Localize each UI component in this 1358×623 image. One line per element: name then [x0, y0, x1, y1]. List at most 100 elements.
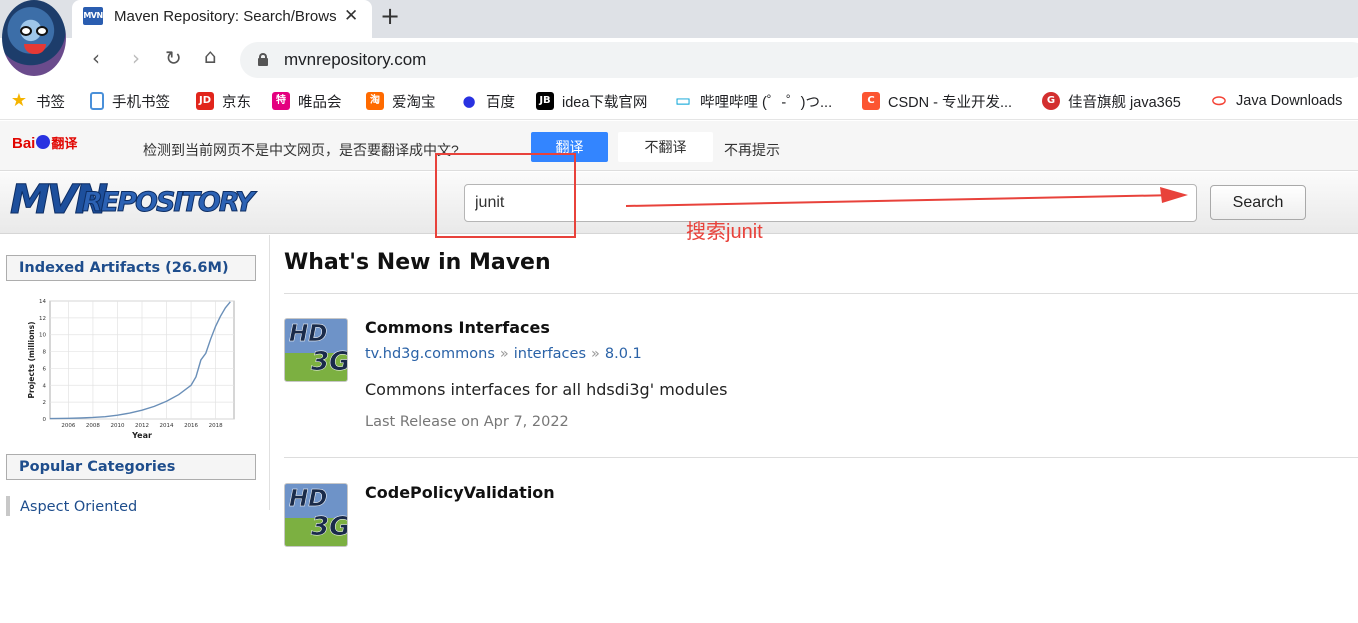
bookmark-label: Java Downloads — [1236, 93, 1343, 109]
mvnrepository-logo[interactable]: MVN REPOSITORY — [9, 175, 255, 229]
new-tab-icon[interactable]: + — [380, 2, 400, 30]
bookmark-label: 百度 — [486, 94, 515, 111]
jd-icon: JD — [196, 92, 214, 110]
chart-y-tick-label: 14 — [39, 299, 46, 305]
bookmark-item[interactable]: G 佳音旗舰 java365 — [1042, 91, 1181, 111]
taobao-icon: 淘 — [366, 92, 384, 110]
mvn-favicon-icon: MVN — [83, 7, 103, 25]
artifact-title[interactable]: CodePolicyValidation — [365, 483, 555, 502]
translate-message: 检测到当前网页不是中文网页，是否要翻译成中文? — [143, 142, 459, 158]
vip-icon: 特 — [272, 92, 290, 110]
never-show-button[interactable]: 不再提示 — [724, 140, 780, 160]
chart-x-tick-label: 2018 — [209, 423, 223, 429]
translate-bar: Bai 翻译 检测到当前网页不是中文网页，是否要翻译成中文? 翻译 不翻译 不再提… — [0, 121, 1358, 171]
bookmark-label: 爱淘宝 — [392, 94, 436, 111]
bookmark-label: 哔哩哔哩 (゜-゜)つ... — [700, 94, 833, 111]
divider — [284, 457, 1358, 458]
annotation-arrow — [625, 187, 1188, 207]
chart-x-axis-label: Year — [131, 431, 152, 440]
home-icon[interactable]: ⌂ — [204, 44, 217, 68]
back-icon[interactable]: ‹ — [92, 46, 100, 70]
group-link[interactable]: tv.hd3g.commons — [365, 346, 495, 362]
bookmark-item[interactable]: ▭ 哔哩哔哩 (゜-゜)つ... — [674, 91, 832, 111]
chart-y-tick-label: 0 — [43, 417, 47, 423]
bookmark-item[interactable]: 手机书签 — [90, 91, 170, 111]
baidu-paw-icon: ● — [462, 92, 476, 110]
bookmark-label: 佳音旗舰 java365 — [1068, 94, 1181, 111]
chart-y-tick-label: 2 — [43, 400, 47, 406]
bookmark-item[interactable]: 淘爱淘宝 — [366, 91, 436, 111]
indexed-artifacts-heading[interactable]: Indexed Artifacts (26.6M) — [6, 255, 256, 281]
chart-x-tick-label: 2010 — [110, 423, 124, 429]
bookmark-item[interactable]: C CSDN - 专业开发... — [862, 91, 1012, 111]
artifacts-growth-chart: 0 2 4 6 8 10 12 14 2006 2008 2010 2012 2014 2016 2018 Y… — [16, 295, 246, 445]
chart-x-tick-label: 2014 — [160, 423, 174, 429]
chart-y-tick-label: 8 — [43, 350, 47, 356]
bookmark-item[interactable]: JD 京东 — [196, 91, 251, 111]
address-bar[interactable]: mvnrepository.com — [240, 42, 1358, 78]
tab-strip: MVN Maven Repository: Search/Browse ✕ + — [0, 0, 1358, 76]
chart-y-tick-label: 10 — [39, 333, 46, 339]
bookmark-item[interactable]: 特唯品会 — [272, 91, 342, 111]
bookmark-label: 京东 — [222, 94, 251, 111]
artifact-title[interactable]: Commons Interfaces — [365, 318, 550, 337]
avatar-eye-left — [20, 26, 32, 36]
bookmark-label: 唯品会 — [298, 94, 342, 111]
chart-x-tick-label: 2012 — [135, 423, 149, 429]
profile-avatar[interactable] — [2, 0, 66, 76]
oracle-icon: ⬭ — [1212, 91, 1226, 110]
bookmark-item[interactable]: ★ 书签 — [10, 91, 65, 111]
left-sidebar: Indexed Artifacts (26.6M) 0 2 4 6 8 10 12 14 200… — [0, 235, 270, 516]
bookmark-label: 书签 — [36, 94, 65, 111]
chart-x-tick-label: 2006 — [61, 423, 75, 429]
bilibili-icon: ▭ — [674, 91, 692, 111]
annotation-text: 搜索junit — [686, 221, 763, 243]
chart-y-axis-label: Projects (millions) — [27, 321, 36, 398]
artifact-item: HD 3G CodePolicyValidation — [284, 483, 1358, 623]
category-link-aspect-oriented[interactable]: Aspect Oriented — [6, 496, 137, 516]
mobile-bookmark-icon — [90, 92, 104, 110]
chart-y-tick-label: 12 — [39, 316, 46, 322]
avatar-eye-right — [36, 26, 48, 36]
java365-icon: G — [1042, 92, 1060, 110]
no-translate-button[interactable]: 不翻译 — [618, 132, 713, 162]
browser-toolbar: ‹ › ↻ ⌂ mvnrepository.com — [0, 38, 1358, 82]
reload-icon[interactable]: ↻ — [165, 46, 182, 70]
main-content: What's New in Maven HD 3G Commons Interf… — [284, 235, 1358, 547]
lock-icon[interactable] — [258, 53, 268, 66]
url-text[interactable]: mvnrepository.com — [284, 50, 426, 70]
close-tab-icon[interactable]: ✕ — [344, 6, 358, 26]
popular-categories-heading: Popular Categories — [6, 454, 256, 480]
divider — [284, 293, 1358, 294]
star-icon: ★ — [10, 90, 28, 111]
bookmark-label: 手机书签 — [112, 94, 170, 111]
artifact-link[interactable]: interfaces — [514, 346, 586, 362]
artifact-item: HD 3G Commons Interfaces tv.hd3g.commons… — [284, 318, 1358, 458]
bookmark-label: idea下载官网 — [562, 94, 648, 111]
avatar-mouth — [24, 44, 46, 54]
annotation-highlight-box — [435, 153, 576, 238]
tab-active[interactable]: MVN Maven Repository: Search/Browse ✕ — [72, 0, 372, 38]
hd3g-logo-icon[interactable]: HD 3G — [284, 318, 348, 382]
bookmark-label: CSDN - 专业开发... — [888, 94, 1013, 111]
artifact-description: Commons interfaces for all hdsdi3g' modu… — [365, 380, 728, 399]
csdn-icon: C — [862, 92, 880, 110]
bookmarks-bar: ★ 书签 手机书签 JD 京东 特唯品会 淘爱淘宝 ● 百度 JB idea下载官网 ▭ 哔哩哔哩 (゜… — [0, 82, 1358, 120]
chart-x-tick-label: 2008 — [86, 423, 100, 429]
artifact-coordinates: tv.hd3g.commons» interfaces» 8.0.1 — [365, 346, 642, 362]
bookmark-item[interactable]: JB idea下载官网 — [536, 91, 647, 111]
jetbrains-icon: JB — [536, 92, 554, 110]
tab-title: Maven Repository: Search/Browse — [114, 8, 336, 25]
chart-x-tick-label: 2016 — [184, 423, 198, 429]
bookmark-item[interactable]: ⬭ Java Downloads — [1210, 91, 1342, 111]
version-link[interactable]: 8.0.1 — [605, 346, 642, 362]
bookmark-item[interactable]: ● 百度 — [460, 91, 515, 111]
chart-y-tick-label: 6 — [43, 366, 47, 372]
search-button[interactable]: Search — [1210, 185, 1306, 220]
page-title: What's New in Maven — [284, 250, 551, 275]
baidu-translate-logo: Bai 翻译 — [12, 135, 78, 152]
hd3g-logo-icon[interactable]: HD 3G — [284, 483, 348, 547]
forward-icon[interactable]: › — [132, 46, 140, 70]
chart-y-tick-label: 4 — [43, 383, 47, 389]
artifact-release-date: Last Release on Apr 7, 2022 — [365, 414, 569, 430]
